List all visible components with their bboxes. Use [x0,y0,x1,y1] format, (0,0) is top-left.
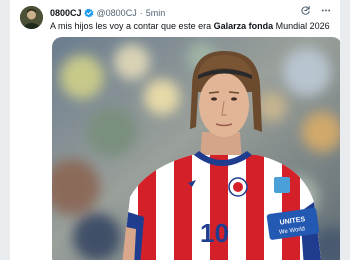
post-text-after: Mundial 2026 [273,21,330,31]
post-header: 0800CJ @0800CJ · 5min [50,7,165,19]
jersey-number: 10 [200,218,229,248]
author-name[interactable]: 0800CJ [50,7,82,19]
post-time[interactable]: 5min [146,7,166,19]
avatar-image [20,6,43,29]
refresh-icon[interactable] [300,5,311,16]
player-photo: UNITES We World 10 [52,37,340,260]
post-text: A mis hijos les voy a contar que este er… [50,20,335,32]
post-text-before: A mis hijos les voy a contar que este er… [50,21,214,31]
post-card[interactable]: 0800CJ @0800CJ · 5min A mis hijos les vo… [10,0,340,260]
post-text-bold: Galarza fonda [213,21,274,31]
separator: · [139,8,143,18]
avatar[interactable] [20,6,43,29]
post-actions [300,5,332,16]
author-handle[interactable]: @0800CJ [97,7,137,19]
post-media-image[interactable]: UNITES We World 10 [52,37,340,260]
more-icon[interactable] [320,5,332,16]
verified-badge-icon [83,8,94,18]
